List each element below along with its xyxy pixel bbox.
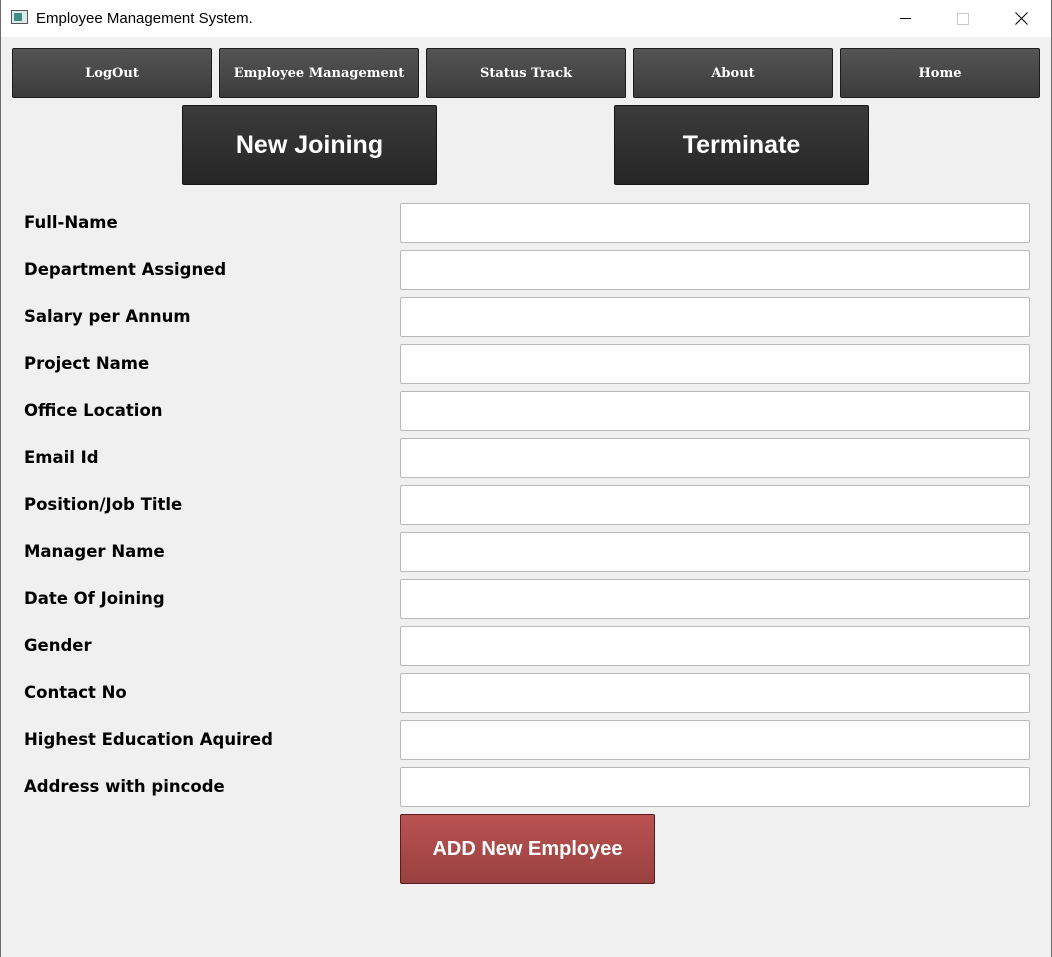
manager-name-label: Manager Name (24, 542, 165, 561)
form-row-contact: Contact No (1, 673, 1051, 713)
position-label: Position/Job Title (24, 495, 183, 514)
form-row-address: Address with pincode (1, 767, 1051, 807)
add-new-employee-button[interactable]: ADD New Employee (400, 814, 655, 884)
contact-no-input[interactable] (400, 673, 1030, 713)
education-input[interactable] (400, 720, 1030, 760)
form-row-full-name: Full-Name (1, 203, 1051, 243)
address-input[interactable] (400, 767, 1030, 807)
full-name-label: Full-Name (24, 213, 118, 232)
form-row-gender: Gender (1, 626, 1051, 666)
date-of-joining-label: Date Of Joining (24, 589, 165, 608)
project-name-input[interactable] (400, 344, 1030, 384)
office-location-input[interactable] (400, 391, 1030, 431)
salary-label: Salary per Annum (24, 307, 191, 326)
manager-name-input[interactable] (400, 532, 1030, 572)
about-button[interactable]: About (633, 48, 833, 98)
close-button[interactable] (993, 0, 1049, 37)
form-row-education: Highest Education Aquired (1, 720, 1051, 760)
position-input[interactable] (400, 485, 1030, 525)
app-window-icon (11, 10, 28, 24)
status-track-button[interactable]: Status Track (426, 48, 626, 98)
gender-input[interactable] (400, 626, 1030, 666)
home-button[interactable]: Home (840, 48, 1040, 98)
form-row-position: Position/Job Title (1, 485, 1051, 525)
maximize-button[interactable] (935, 0, 991, 37)
salary-input[interactable] (400, 297, 1030, 337)
title-bar: Employee Management System. (1, 0, 1051, 37)
new-joining-button[interactable]: New Joining (182, 105, 437, 185)
maximize-icon (957, 12, 969, 25)
project-name-label: Project Name (24, 354, 150, 373)
date-of-joining-input[interactable] (400, 579, 1030, 619)
form-row-project: Project Name (1, 344, 1051, 384)
department-label: Department Assigned (24, 260, 227, 279)
gender-label: Gender (24, 636, 92, 655)
form-row-date-of-joining: Date Of Joining (1, 579, 1051, 619)
education-label: Highest Education Aquired (24, 730, 273, 749)
email-label: Email Id (24, 448, 99, 467)
employee-management-button[interactable]: Employee Management (219, 48, 419, 98)
form-row-department: Department Assigned (1, 250, 1051, 290)
form-row-manager: Manager Name (1, 532, 1051, 572)
form-row-salary: Salary per Annum (1, 297, 1051, 337)
email-input[interactable] (400, 438, 1030, 478)
minimize-button[interactable] (877, 0, 933, 37)
app-window: Employee Management System. LogOut Emplo… (0, 0, 1052, 957)
logout-button[interactable]: LogOut (12, 48, 212, 98)
minimize-icon (899, 18, 911, 19)
department-input[interactable] (400, 250, 1030, 290)
full-name-input[interactable] (400, 203, 1030, 243)
form-row-office: Office Location (1, 391, 1051, 431)
window-title: Employee Management System. (36, 10, 253, 27)
address-label: Address with pincode (24, 777, 225, 796)
office-location-label: Office Location (24, 401, 163, 420)
form-row-email: Email Id (1, 438, 1051, 478)
close-icon (1014, 12, 1028, 25)
terminate-button[interactable]: Terminate (614, 105, 869, 185)
contact-no-label: Contact No (24, 683, 127, 702)
